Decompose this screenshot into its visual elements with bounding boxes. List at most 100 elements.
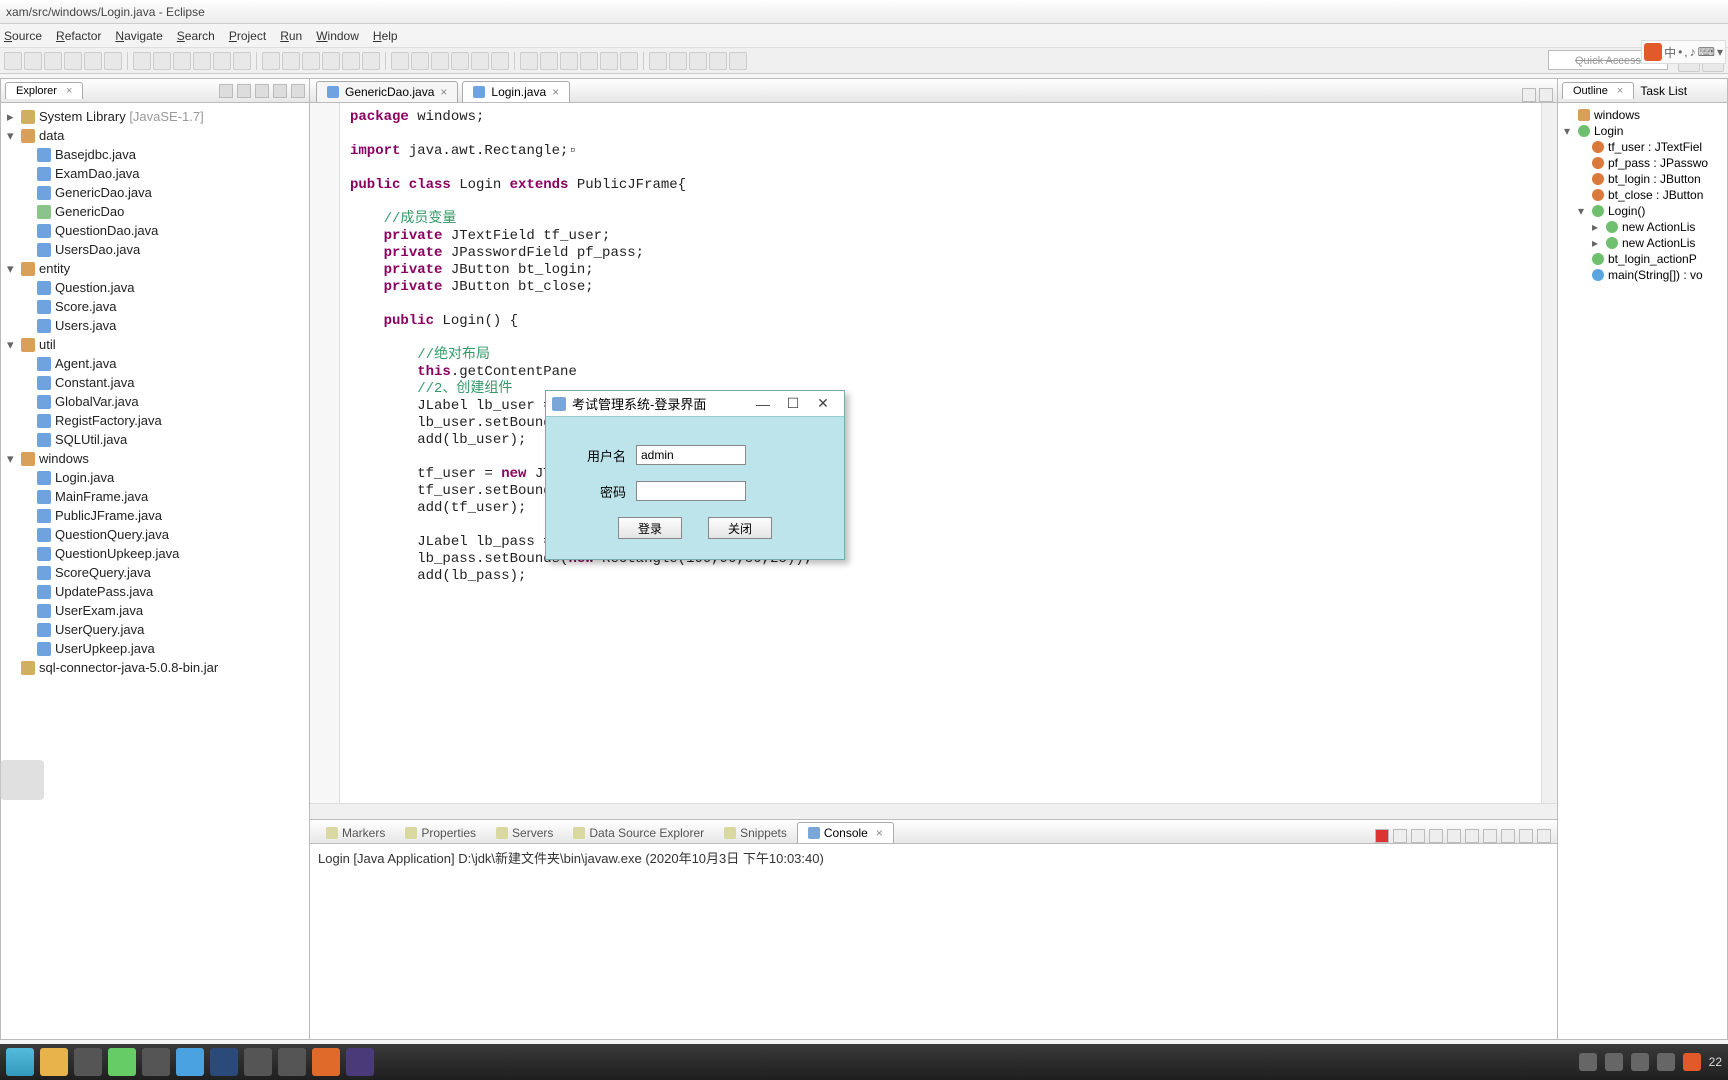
tree-item[interactable]: Constant.java xyxy=(3,373,307,392)
close-icon[interactable]: × xyxy=(876,826,883,840)
outline-item[interactable]: bt_login : JButton xyxy=(1562,171,1723,187)
toolbar-button[interactable] xyxy=(560,52,578,70)
tree-item[interactable]: MainFrame.java xyxy=(3,487,307,506)
bottom-tab-console[interactable]: Console× xyxy=(797,822,894,843)
toolbar-button[interactable] xyxy=(44,52,62,70)
bottom-tab-data-source-explorer[interactable]: Data Source Explorer xyxy=(563,823,714,843)
menu-item-search[interactable]: Search xyxy=(177,29,215,43)
tree-item[interactable]: ScoreQuery.java xyxy=(3,563,307,582)
maximize-button[interactable]: ☐ xyxy=(778,395,808,412)
view-menu-icon[interactable] xyxy=(255,84,269,98)
toolbar-button[interactable] xyxy=(491,52,509,70)
toolbar-button[interactable] xyxy=(580,52,598,70)
outline-tab[interactable]: Outline × xyxy=(1562,82,1634,99)
toolbar-button[interactable] xyxy=(213,52,231,70)
menu-item-navigate[interactable]: Navigate xyxy=(115,29,162,43)
outline-item[interactable]: pf_pass : JPasswo xyxy=(1562,155,1723,171)
toolbar-button[interactable] xyxy=(104,52,122,70)
tree-item[interactable]: ▾windows xyxy=(3,449,307,468)
maximize-editor-icon[interactable] xyxy=(1539,88,1553,102)
tree-item[interactable]: sql-connector-java-5.0.8-bin.jar xyxy=(3,658,307,677)
tree-item[interactable]: Users.java xyxy=(3,316,307,335)
minimize-view-icon[interactable] xyxy=(273,84,287,98)
task-icon[interactable] xyxy=(108,1048,136,1076)
tree-item[interactable]: GlobalVar.java xyxy=(3,392,307,411)
toolbar-button[interactable] xyxy=(322,52,340,70)
toolbar-button[interactable] xyxy=(669,52,687,70)
bottom-tab-markers[interactable]: Markers xyxy=(316,823,395,843)
file-explorer-icon[interactable] xyxy=(40,1048,68,1076)
maximize-bottom-icon[interactable] xyxy=(1537,829,1551,843)
task-icon[interactable] xyxy=(74,1048,102,1076)
tray-icon[interactable] xyxy=(1579,1053,1597,1071)
firefox-icon[interactable] xyxy=(312,1048,340,1076)
toolbar-button[interactable] xyxy=(514,52,515,70)
tree-item[interactable]: PublicJFrame.java xyxy=(3,506,307,525)
toolbar-button[interactable] xyxy=(689,52,707,70)
horizontal-scrollbar[interactable] xyxy=(310,803,1557,819)
toolbar-button[interactable] xyxy=(282,52,300,70)
console-output[interactable]: Login [Java Application] D:\jdk\新建文件夹\bi… xyxy=(310,844,1557,1039)
photoshop-icon[interactable] xyxy=(210,1048,238,1076)
toolbar-button[interactable] xyxy=(362,52,380,70)
vertical-scrollbar[interactable] xyxy=(1541,103,1557,803)
code-area[interactable]: package windows; import java.awt.Rectang… xyxy=(340,103,1541,803)
toolbar-button[interactable] xyxy=(342,52,360,70)
tree-item[interactable]: UserUpkeep.java xyxy=(3,639,307,658)
ime-char[interactable]: • xyxy=(1678,45,1682,59)
ime-char[interactable]: 中 xyxy=(1664,44,1676,61)
outline-tree[interactable]: windows▾Logintf_user : JTextFielpf_pass … xyxy=(1558,103,1727,1039)
menu-item-project[interactable]: Project xyxy=(229,29,266,43)
tree-item[interactable]: Score.java xyxy=(3,297,307,316)
ime-char[interactable]: ♪ xyxy=(1690,45,1696,59)
close-icon[interactable]: × xyxy=(552,85,559,99)
tree-item[interactable]: ▾entity xyxy=(3,259,307,278)
tree-item[interactable]: UserExam.java xyxy=(3,601,307,620)
toolbar-button[interactable] xyxy=(471,52,489,70)
link-editor-icon[interactable] xyxy=(237,84,251,98)
terminate-icon[interactable] xyxy=(1375,829,1389,843)
toolbar-button[interactable] xyxy=(24,52,42,70)
collapse-all-icon[interactable] xyxy=(219,84,233,98)
tray-icon[interactable] xyxy=(1605,1053,1623,1071)
volume-icon[interactable] xyxy=(1631,1053,1649,1071)
toolbar-button[interactable] xyxy=(153,52,171,70)
toolbar-button[interactable] xyxy=(84,52,102,70)
clear-console-icon[interactable] xyxy=(1429,829,1443,843)
scroll-lock-icon[interactable] xyxy=(1447,829,1461,843)
tree-item[interactable]: Basejdbc.java xyxy=(3,145,307,164)
display-selected-icon[interactable] xyxy=(1483,829,1497,843)
toolbar-button[interactable] xyxy=(709,52,727,70)
user-input[interactable] xyxy=(636,445,746,465)
outline-item[interactable]: ▾Login() xyxy=(1562,203,1723,219)
maximize-view-icon[interactable] xyxy=(291,84,305,98)
tree-item[interactable]: ▸System Library [JavaSE-1.7] xyxy=(3,107,307,126)
menu-item-help[interactable]: Help xyxy=(373,29,398,43)
tree-item[interactable]: Login.java xyxy=(3,468,307,487)
toolbar-button[interactable] xyxy=(193,52,211,70)
bottom-tab-servers[interactable]: Servers xyxy=(486,823,563,843)
minimize-editor-icon[interactable] xyxy=(1522,88,1536,102)
explorer-tree[interactable]: ▸System Library [JavaSE-1.7]▾dataBasejdb… xyxy=(1,103,309,1039)
menu-item-refactor[interactable]: Refactor xyxy=(56,29,101,43)
network-icon[interactable] xyxy=(1657,1053,1675,1071)
toolbar-button[interactable] xyxy=(133,52,151,70)
tree-item[interactable]: ExamDao.java xyxy=(3,164,307,183)
eclipse-icon[interactable] xyxy=(346,1048,374,1076)
task-icon[interactable] xyxy=(244,1048,272,1076)
bottom-tab-snippets[interactable]: Snippets xyxy=(714,823,797,843)
outline-item[interactable]: ▸new ActionLis xyxy=(1562,219,1723,235)
tree-item[interactable]: RegistFactory.java xyxy=(3,411,307,430)
tree-item[interactable]: UsersDao.java xyxy=(3,240,307,259)
tree-item[interactable]: QuestionUpkeep.java xyxy=(3,544,307,563)
task-icon[interactable] xyxy=(142,1048,170,1076)
outline-item[interactable]: bt_close : JButton xyxy=(1562,187,1723,203)
tree-item[interactable]: Question.java xyxy=(3,278,307,297)
ime-char[interactable]: ▾ xyxy=(1717,45,1723,59)
tree-item[interactable]: UserQuery.java xyxy=(3,620,307,639)
tree-item[interactable]: QuestionDao.java xyxy=(3,221,307,240)
toolbar-button[interactable] xyxy=(431,52,449,70)
outline-item[interactable]: tf_user : JTextFiel xyxy=(1562,139,1723,155)
close-icon[interactable]: × xyxy=(440,85,447,99)
pass-input[interactable] xyxy=(636,481,746,501)
